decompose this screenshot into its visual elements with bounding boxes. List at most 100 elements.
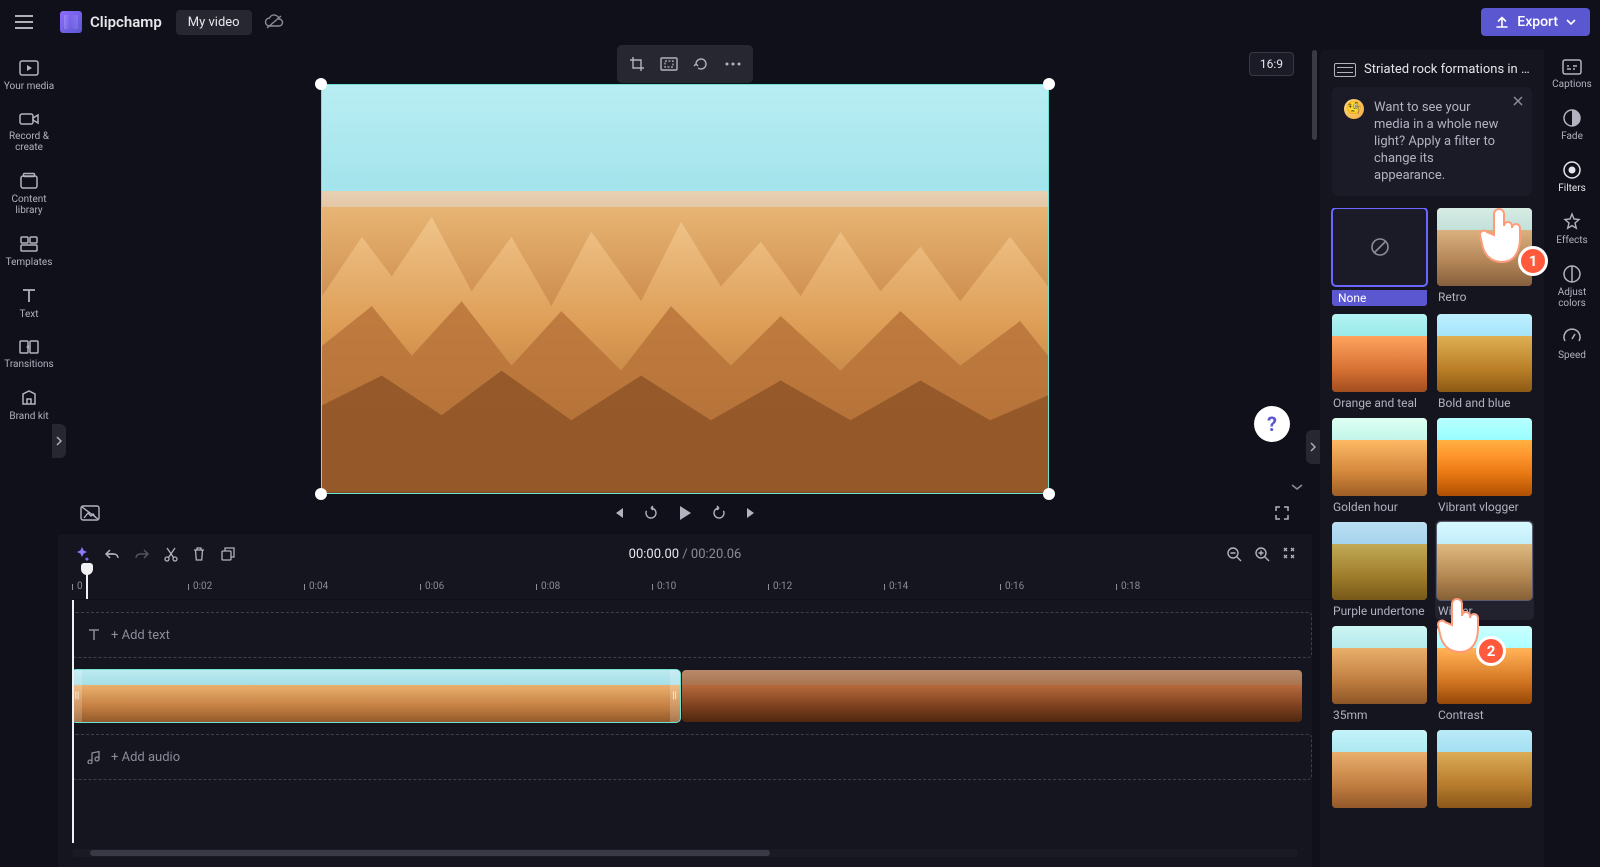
- filter-thumb: [1437, 208, 1532, 286]
- filter-option-extra-2[interactable]: [1437, 730, 1532, 812]
- stage-tool-group: [617, 45, 753, 83]
- filter-thumb: [1332, 208, 1427, 286]
- prop-tab-effects[interactable]: Effects: [1546, 206, 1598, 252]
- panel-scrollbar[interactable]: [1312, 50, 1318, 867]
- delete-button[interactable]: [192, 546, 206, 562]
- sidebar-item-transitions[interactable]: Transitions: [3, 332, 55, 376]
- ruler-tick: 0:16: [1000, 574, 1060, 599]
- music-icon: [87, 750, 101, 764]
- sidebar-item-record-create[interactable]: Record & create: [3, 104, 55, 159]
- zoom-out-button[interactable]: [1226, 546, 1242, 562]
- filter-thumb: [1437, 626, 1532, 704]
- ruler-tick: 0: [72, 574, 132, 599]
- undo-button[interactable]: [104, 547, 120, 561]
- video-clip-2[interactable]: [682, 670, 1302, 722]
- filter-label: Retro: [1437, 290, 1532, 304]
- filter-thumb: [1437, 418, 1532, 496]
- prop-tab-captions[interactable]: Captions: [1546, 52, 1598, 96]
- filter-option-retro[interactable]: Retro: [1437, 208, 1532, 306]
- timeline-timecode: 00:00.00 / 00:20.06: [629, 547, 742, 562]
- prop-tab-adjust-colors[interactable]: Adjust colors: [1546, 258, 1598, 315]
- skip-start-button[interactable]: [611, 506, 625, 520]
- cloud-sync-off-icon[interactable]: [264, 14, 284, 30]
- video-clip-1[interactable]: || ||: [72, 670, 680, 722]
- filter-option-golden-hour[interactable]: Golden hour: [1332, 418, 1427, 514]
- prop-tab-filters[interactable]: Filters: [1546, 154, 1598, 200]
- filter-option-purple-undertone[interactable]: Purple undertone: [1332, 522, 1427, 618]
- prop-tab-speed[interactable]: Speed: [1546, 321, 1598, 367]
- resize-handle-nw[interactable]: [315, 78, 327, 90]
- crop-button[interactable]: [621, 49, 653, 79]
- effects-icon: [1562, 212, 1582, 232]
- filter-option-winter[interactable]: Winter: [1435, 520, 1534, 620]
- auto-tools-button[interactable]: [74, 546, 90, 562]
- timeline-toolbar: 00:00.00 / 00:20.06: [58, 534, 1312, 574]
- audio-track[interactable]: + Add audio: [72, 734, 1312, 780]
- sidebar-item-text[interactable]: Text: [3, 280, 55, 326]
- filter-option-extra-1[interactable]: [1332, 730, 1427, 812]
- timeline-ruler[interactable]: 00:020:040:060:080:100:120:140:160:18: [72, 574, 1312, 600]
- filter-option-orange-teal[interactable]: Orange and teal: [1332, 314, 1427, 410]
- sidebar-item-templates[interactable]: Templates: [3, 228, 55, 274]
- play-button[interactable]: [677, 504, 693, 522]
- sidebar-item-brand-kit[interactable]: Brand kit: [3, 382, 55, 428]
- redo-button: [134, 547, 150, 561]
- filter-thumb: [1332, 626, 1427, 704]
- pip-button[interactable]: [685, 49, 717, 79]
- duplicate-button[interactable]: [220, 546, 236, 562]
- help-button[interactable]: ?: [1254, 406, 1290, 442]
- fullscreen-button[interactable]: [1274, 505, 1290, 521]
- chevron-down-icon: [1566, 18, 1576, 26]
- rewind-button[interactable]: [643, 505, 659, 521]
- filter-option-vibrant-vlogger[interactable]: Vibrant vlogger: [1437, 418, 1532, 514]
- skip-end-button[interactable]: [745, 506, 759, 520]
- brandkit-icon: [19, 388, 39, 408]
- text-icon: [87, 628, 101, 642]
- sidebar-item-content-library[interactable]: Content library: [3, 165, 55, 222]
- ruler-tick: 0:18: [1116, 574, 1176, 599]
- collapse-stage-button[interactable]: [1290, 482, 1304, 492]
- zoom-in-button[interactable]: [1254, 546, 1270, 562]
- upload-icon: [1495, 15, 1509, 29]
- hide-canvas-button[interactable]: [80, 505, 100, 521]
- filter-option-bold-blue[interactable]: Bold and blue: [1437, 314, 1532, 410]
- left-sidebar: Your media Record & create Content libra…: [0, 44, 58, 867]
- timeline-scrollbar-thumb[interactable]: [90, 850, 770, 856]
- filters-icon: [1562, 160, 1582, 180]
- text-track[interactable]: + Add text: [72, 612, 1312, 658]
- filter-option-35mm[interactable]: 35mm: [1332, 626, 1427, 722]
- more-options-button[interactable]: [717, 49, 749, 79]
- clip-trim-right[interactable]: ||: [670, 670, 680, 722]
- aspect-ratio-button[interactable]: 16:9: [1249, 52, 1294, 76]
- tip-close-button[interactable]: [1512, 95, 1524, 107]
- app-logo[interactable]: Clipchamp: [60, 11, 162, 33]
- ruler-tick: 0:08: [536, 574, 596, 599]
- timeline-tracks: + Add text || || + Add audio: [72, 600, 1312, 843]
- export-button[interactable]: Export: [1481, 8, 1590, 36]
- filter-option-none[interactable]: None: [1332, 208, 1427, 306]
- video-track[interactable]: || ||: [72, 670, 1312, 722]
- playhead-line[interactable]: [72, 600, 74, 843]
- filter-label: Bold and blue: [1437, 396, 1532, 410]
- zoom-fit-button[interactable]: [1282, 546, 1296, 562]
- player-controls: [58, 494, 1312, 534]
- panel-scrollbar-thumb[interactable]: [1312, 50, 1317, 140]
- timeline-scrollbar[interactable]: [72, 849, 1298, 857]
- fit-button[interactable]: [653, 49, 685, 79]
- hamburger-menu[interactable]: [6, 4, 42, 40]
- filter-label: Orange and teal: [1332, 396, 1427, 410]
- playhead[interactable]: [86, 571, 88, 599]
- prop-tab-fade[interactable]: Fade: [1546, 102, 1598, 148]
- split-button[interactable]: [164, 546, 178, 562]
- filter-option-contrast[interactable]: Contrast: [1437, 626, 1532, 722]
- preview-canvas[interactable]: [321, 84, 1049, 494]
- media-icon: [18, 58, 40, 78]
- ruler-tick: 0:14: [884, 574, 944, 599]
- sidebar-item-your-media[interactable]: Your media: [3, 52, 55, 98]
- resize-handle-ne[interactable]: [1043, 78, 1055, 90]
- project-title[interactable]: My video: [176, 10, 252, 35]
- camera-icon: [18, 110, 40, 128]
- templates-icon: [18, 234, 40, 254]
- filter-thumb: [1332, 522, 1427, 600]
- forward-button[interactable]: [711, 505, 727, 521]
